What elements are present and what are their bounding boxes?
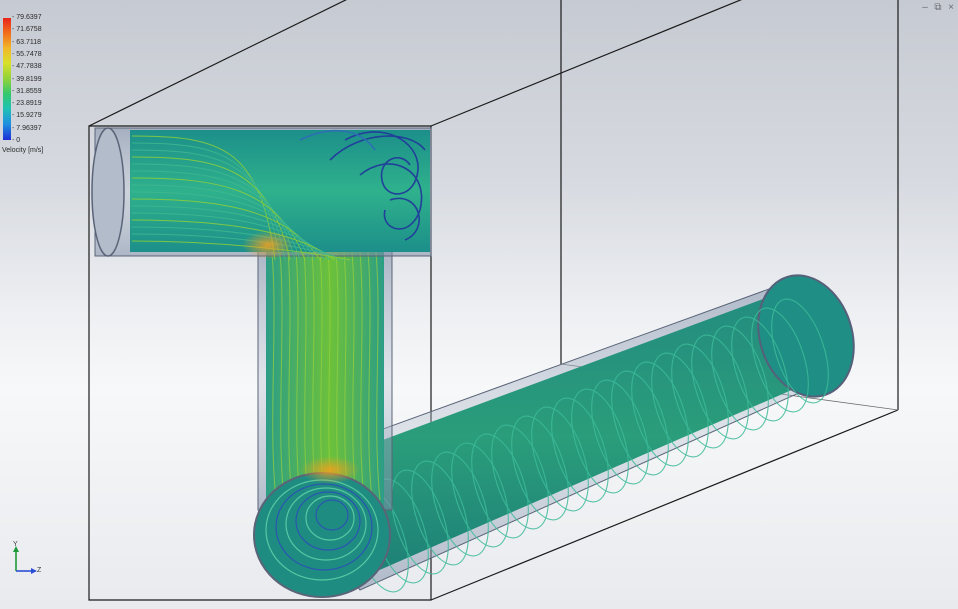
horizontal-pipe[interactable] [91, 127, 432, 261]
triad-y-label: Y [13, 541, 18, 548]
graphics-viewport[interactable] [0, 0, 958, 609]
triad-z-label: Z [37, 567, 42, 574]
legend-tick-label: 39.8199 [12, 76, 41, 84]
close-icon[interactable]: × [946, 2, 956, 14]
velocity-legend: 79.6397 71.6758 63.7118 55.7478 47.7838 39.81… [2, 14, 72, 164]
legend-tick-label: 31.8559 [12, 88, 41, 96]
legend-title: Velocity [m/s] [2, 147, 44, 154]
legend-color-bar [3, 18, 11, 140]
legend-tick-label: 63.7118 [12, 39, 41, 47]
legend-tick-label: 0 [12, 137, 20, 145]
window-controls: – ⧉ × [920, 2, 956, 14]
legend-tick-label: 15.9279 [12, 112, 41, 120]
minimize-icon[interactable]: – [920, 2, 930, 14]
restore-icon[interactable]: ⧉ [933, 2, 943, 14]
legend-tick-label: 79.6397 [12, 14, 41, 22]
legend-tick-label: 47.7838 [12, 63, 41, 71]
legend-tick-label: 71.6758 [12, 26, 41, 34]
legend-tick-label: 55.7478 [12, 51, 41, 59]
legend-tick-label: 7.96397 [12, 125, 41, 133]
legend-tick-label: 23.8919 [12, 100, 41, 108]
axis-triad: Y Z [8, 541, 46, 579]
